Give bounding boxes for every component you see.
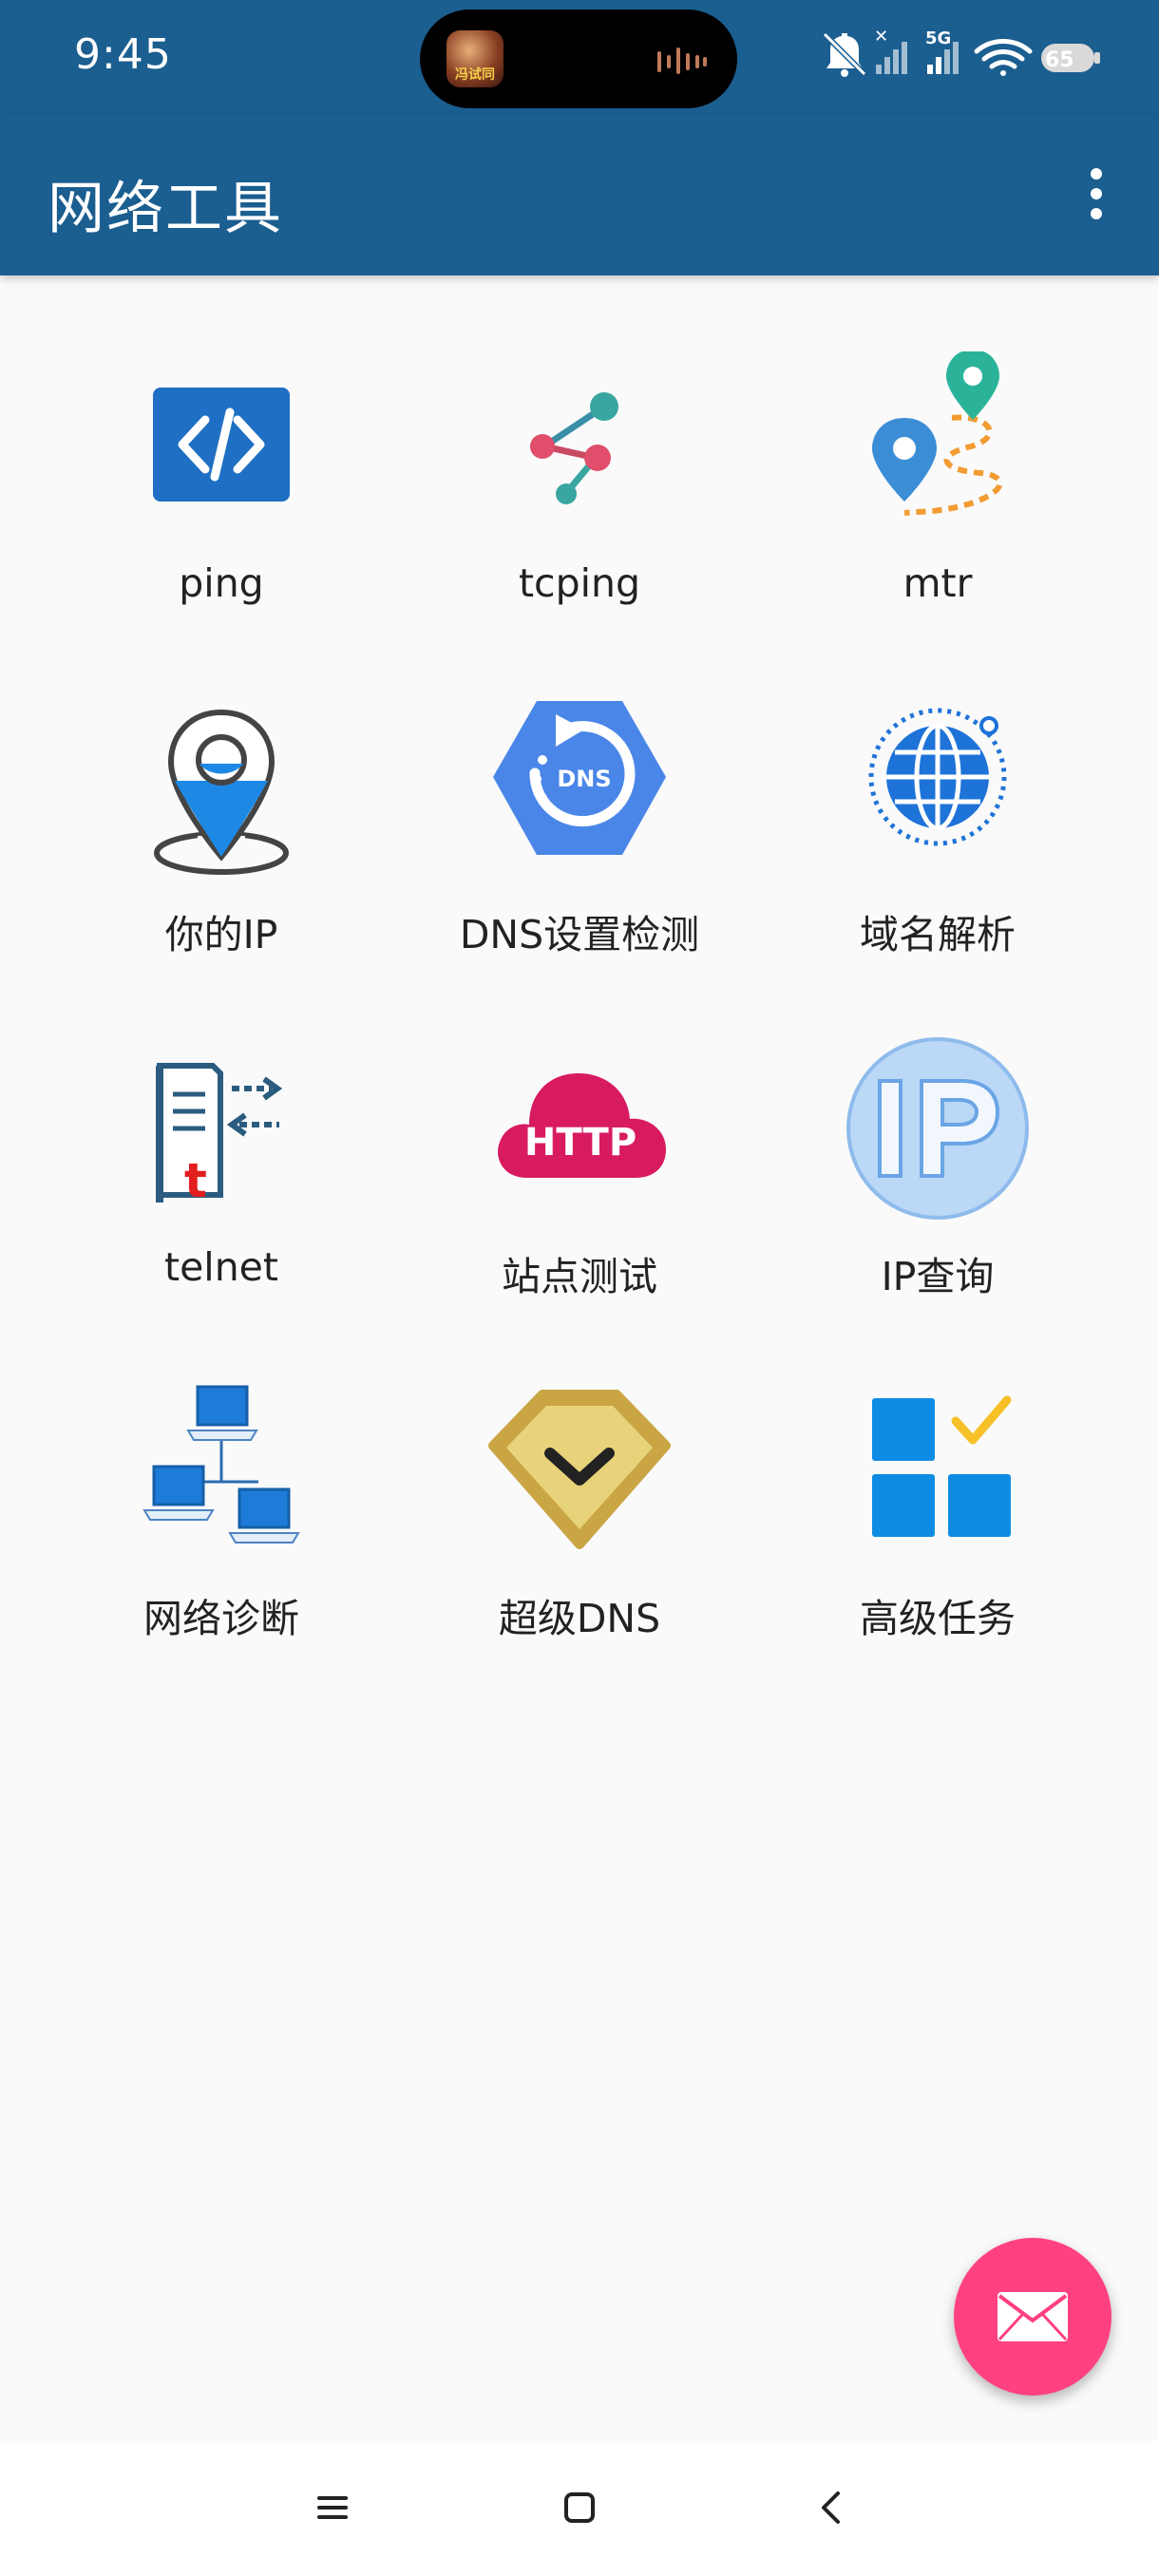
svg-text:5G: 5G bbox=[925, 28, 951, 48]
tool-label: DNS设置检测 bbox=[459, 912, 700, 957]
share-nodes-icon bbox=[480, 351, 679, 551]
system-nav-bar bbox=[0, 2441, 1159, 2576]
svg-text:✕: ✕ bbox=[874, 27, 888, 47]
svg-text:HTTP: HTTP bbox=[524, 1121, 636, 1165]
battery-icon: 65 bbox=[1041, 44, 1100, 72]
tool-mtr[interactable]: mtr bbox=[759, 275, 1116, 606]
tool-network-diagnosis[interactable]: 网络诊断 bbox=[43, 1301, 400, 1641]
page-title: 网络工具 bbox=[48, 176, 283, 242]
tool-label: 超级DNS bbox=[498, 1596, 661, 1641]
code-icon bbox=[122, 351, 321, 551]
tool-your-ip[interactable]: 你的IP bbox=[43, 617, 400, 957]
bell-off-icon bbox=[822, 31, 867, 77]
telnet-arrows-icon: t bbox=[122, 1035, 321, 1235]
home-square-icon bbox=[564, 2492, 595, 2523]
tool-label: mtr bbox=[902, 560, 973, 606]
audio-wave-icon bbox=[657, 47, 707, 74]
menu-icon bbox=[317, 2496, 348, 2519]
status-bar: 9:45 冯试同 ✕ 5G 65 bbox=[0, 0, 1159, 115]
tool-dns-check[interactable]: DNS DNS设置检测 bbox=[401, 617, 758, 957]
svg-text:DNS: DNS bbox=[557, 766, 611, 792]
tool-label: 你的IP bbox=[164, 912, 278, 957]
tool-label: 高级任务 bbox=[860, 1596, 1016, 1641]
tool-label: ping bbox=[179, 560, 264, 606]
location-pin-icon bbox=[122, 693, 321, 893]
svg-text:t: t bbox=[184, 1153, 207, 1208]
wifi-icon bbox=[974, 39, 1033, 76]
app-bar: 网络工具 bbox=[0, 115, 1159, 275]
status-time: 9:45 bbox=[74, 30, 172, 79]
tool-site-test[interactable]: HTTP 站点测试 bbox=[401, 959, 758, 1299]
dynamic-island[interactable]: 冯试同 bbox=[420, 9, 737, 108]
signal-icon: ✕ bbox=[874, 27, 907, 74]
tool-label: 网络诊断 bbox=[143, 1596, 299, 1641]
grid-check-icon bbox=[838, 1377, 1037, 1577]
tool-label: telnet bbox=[164, 1244, 278, 1290]
dns-hexagon-icon: DNS bbox=[480, 693, 679, 893]
island-app-icon[interactable]: 冯试同 bbox=[446, 30, 504, 87]
more-vert-icon bbox=[1091, 168, 1102, 180]
tool-label: tcping bbox=[518, 560, 641, 606]
tool-ping[interactable]: ping bbox=[43, 275, 400, 606]
status-icons: ✕ 5G 65 bbox=[822, 27, 1100, 77]
mail-fab-button[interactable] bbox=[954, 2238, 1112, 2396]
http-cloud-icon: HTTP bbox=[480, 1035, 679, 1235]
back-button[interactable] bbox=[792, 2479, 868, 2536]
shield-check-icon bbox=[480, 1377, 679, 1577]
signal-5g-icon: 5G bbox=[925, 28, 959, 74]
tool-label: 域名解析 bbox=[860, 912, 1016, 957]
ip-circle-icon bbox=[838, 1035, 1037, 1235]
tool-tcping[interactable]: tcping bbox=[401, 275, 758, 606]
tool-ip-query[interactable]: IP查询 bbox=[759, 959, 1116, 1299]
network-computers-icon bbox=[122, 1377, 321, 1577]
island-app-text: 冯试同 bbox=[455, 67, 495, 83]
svg-text:65: 65 bbox=[1045, 48, 1074, 72]
more-options-button[interactable] bbox=[1058, 151, 1134, 237]
home-button[interactable] bbox=[542, 2479, 618, 2536]
tool-label: 站点测试 bbox=[502, 1254, 657, 1299]
route-pins-icon bbox=[838, 351, 1037, 551]
back-chevron-icon bbox=[822, 2491, 840, 2524]
mail-icon bbox=[998, 2292, 1068, 2341]
tool-domain-resolve[interactable]: 域名解析 bbox=[759, 617, 1116, 957]
tool-telnet[interactable]: t telnet bbox=[43, 959, 400, 1290]
tool-super-dns[interactable]: 超级DNS bbox=[401, 1301, 758, 1641]
globe-icon bbox=[838, 693, 1037, 893]
recents-button[interactable] bbox=[294, 2479, 370, 2536]
tool-advanced-tasks[interactable]: 高级任务 bbox=[759, 1301, 1116, 1641]
tool-label: IP查询 bbox=[881, 1254, 995, 1299]
